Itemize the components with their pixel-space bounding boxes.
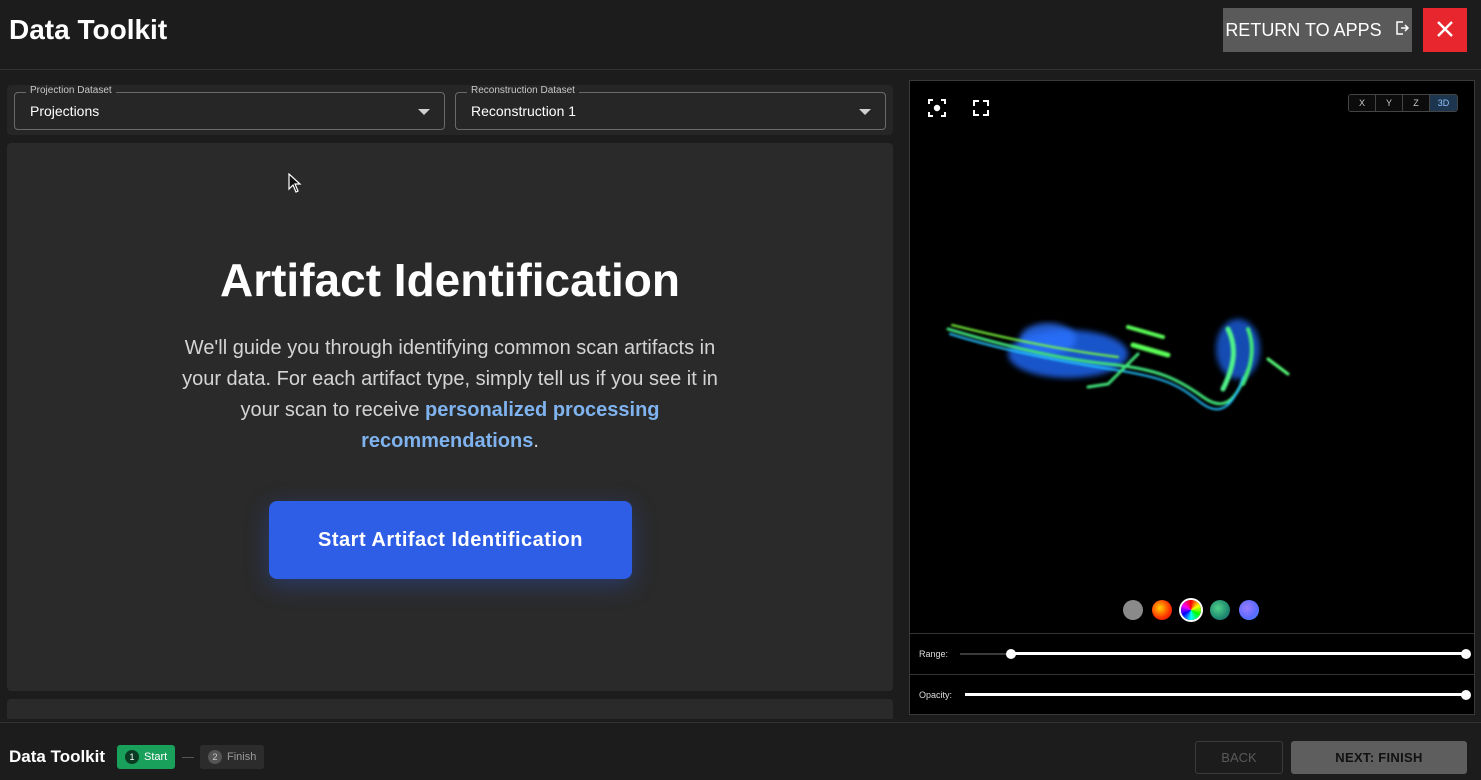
axis-3d-button[interactable]: 3D: [1430, 95, 1457, 111]
axis-toggle-group: X Y Z 3D: [1348, 94, 1458, 112]
axis-y-button[interactable]: Y: [1376, 95, 1403, 111]
range-max-handle[interactable]: [1461, 649, 1471, 659]
opacity-slider-row: Opacity:: [910, 674, 1474, 714]
opacity-label: Opacity:: [919, 690, 953, 700]
chevron-down-icon: [418, 109, 430, 115]
colormap-gray-swatch[interactable]: [1123, 600, 1143, 620]
start-artifact-identification-button[interactable]: Start Artifact Identification: [269, 501, 632, 579]
range-track-active[interactable]: [1010, 652, 1467, 655]
volume-render: [946, 319, 1290, 411]
artifact-intro-card: Artifact Identification We'll guide you …: [7, 143, 893, 691]
chevron-down-icon: [859, 109, 871, 115]
footer-bar: Data Toolkit 1 Start 2 Finish BACK NEXT:…: [0, 722, 1481, 780]
colormap-selector: [1123, 600, 1259, 620]
axis-z-button[interactable]: Z: [1403, 95, 1430, 111]
colormap-rainbow-swatch[interactable]: [1181, 600, 1201, 620]
colormap-hot-swatch[interactable]: [1152, 600, 1172, 620]
close-button[interactable]: [1423, 8, 1467, 52]
close-icon: [1436, 20, 1454, 41]
return-to-apps-label: RETURN TO APPS: [1225, 19, 1382, 40]
colormap-cool-swatch[interactable]: [1239, 600, 1259, 620]
dataset-selectors: Projection Dataset Projections Reconstru…: [7, 85, 893, 135]
step-label: Finish: [227, 751, 257, 763]
mouse-cursor-icon: [288, 172, 302, 198]
step-number: 1: [125, 750, 139, 764]
reconstruction-dataset-label: Reconstruction Dataset: [467, 85, 579, 96]
fullscreen-icon[interactable]: [971, 98, 991, 118]
intro-description: We'll guide you through identifying comm…: [180, 333, 720, 457]
next-finish-button[interactable]: NEXT: FINISH: [1291, 741, 1467, 774]
secondary-card: [7, 699, 893, 719]
intro-description-end: .: [533, 430, 539, 452]
axis-x-button[interactable]: X: [1349, 95, 1376, 111]
range-label: Range:: [919, 649, 949, 659]
app-title: Data Toolkit: [9, 14, 168, 45]
step-number: 2: [208, 750, 222, 764]
back-button[interactable]: BACK: [1195, 741, 1283, 774]
projection-dataset-select[interactable]: Projection Dataset Projections: [14, 85, 445, 130]
colormap-viridis-swatch[interactable]: [1210, 600, 1230, 620]
range-track-inactive: [960, 653, 1010, 655]
focus-icon[interactable]: [927, 98, 947, 118]
app-header: Data Toolkit RETURN TO APPS: [0, 0, 1481, 70]
opacity-handle[interactable]: [1461, 690, 1471, 700]
opacity-track[interactable]: [965, 693, 1467, 696]
reconstruction-dataset-select[interactable]: Reconstruction Dataset Reconstruction 1: [455, 85, 886, 130]
step-label: Start: [144, 751, 168, 763]
footer-title: Data Toolkit: [9, 747, 106, 766]
projection-dataset-value: Projections: [30, 103, 100, 119]
return-to-apps-button[interactable]: RETURN TO APPS: [1223, 8, 1412, 52]
volume-viewer[interactable]: X Y Z 3D Range: Opacity:: [909, 80, 1475, 715]
step-finish[interactable]: 2 Finish: [200, 745, 265, 769]
step-start[interactable]: 1 Start: [117, 745, 176, 769]
projection-dataset-label: Projection Dataset: [26, 85, 116, 96]
range-min-handle[interactable]: [1006, 649, 1016, 659]
step-connector: [182, 757, 194, 758]
range-slider-row: Range:: [910, 633, 1474, 673]
intro-title: Artifact Identification: [219, 254, 681, 306]
reconstruction-dataset-value: Reconstruction 1: [471, 103, 577, 119]
exit-icon: [1394, 20, 1410, 41]
